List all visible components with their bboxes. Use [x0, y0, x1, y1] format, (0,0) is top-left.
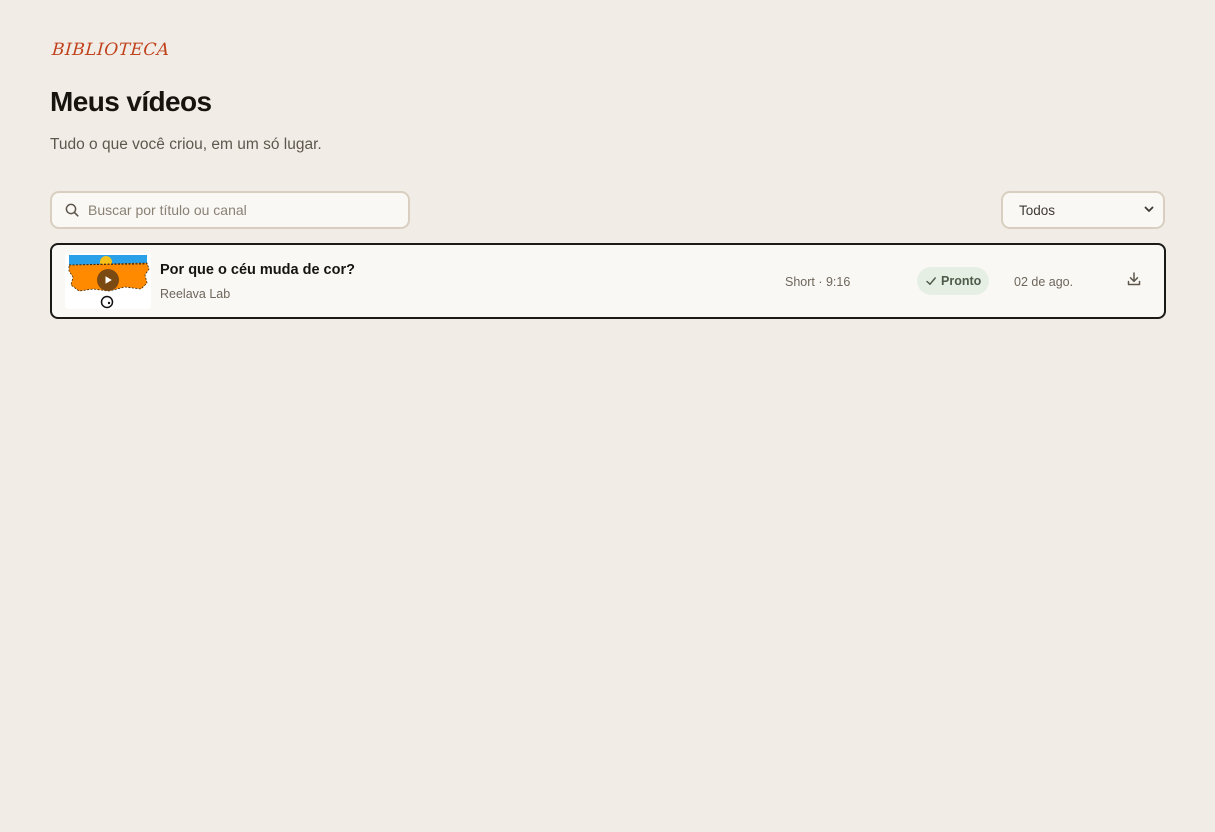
section-eyebrow: BIBLIOTECA — [51, 40, 171, 60]
mouse-cursor-icon — [100, 295, 114, 309]
video-format: Short · 9:16 — [785, 275, 851, 289]
status-filter-select[interactable]: Todos — [1001, 191, 1165, 229]
status-label: Pronto — [941, 274, 982, 288]
search-input[interactable] — [86, 201, 390, 219]
search-box[interactable] — [50, 191, 410, 229]
video-date: 02 de ago. — [1014, 275, 1074, 289]
page-subtitle: Tudo o que você criou, em um só lugar. — [50, 136, 322, 153]
download-icon — [1126, 271, 1142, 292]
video-thumbnail[interactable] — [65, 253, 151, 309]
chevron-down-icon — [1143, 203, 1155, 218]
video-channel: Reelava Lab — [160, 287, 231, 301]
download-button[interactable] — [1124, 271, 1144, 291]
play-icon[interactable] — [97, 269, 119, 291]
video-title[interactable]: Por que o céu muda de cor? — [160, 262, 355, 278]
check-icon — [925, 275, 937, 287]
search-icon — [64, 202, 80, 218]
status-badge: Pronto — [917, 267, 990, 295]
filter-selected-label: Todos — [1019, 202, 1056, 218]
video-list-item[interactable]: Por que o céu muda de cor? Reelava Lab S… — [50, 243, 1166, 319]
page-title: Meus vídeos — [50, 86, 212, 117]
